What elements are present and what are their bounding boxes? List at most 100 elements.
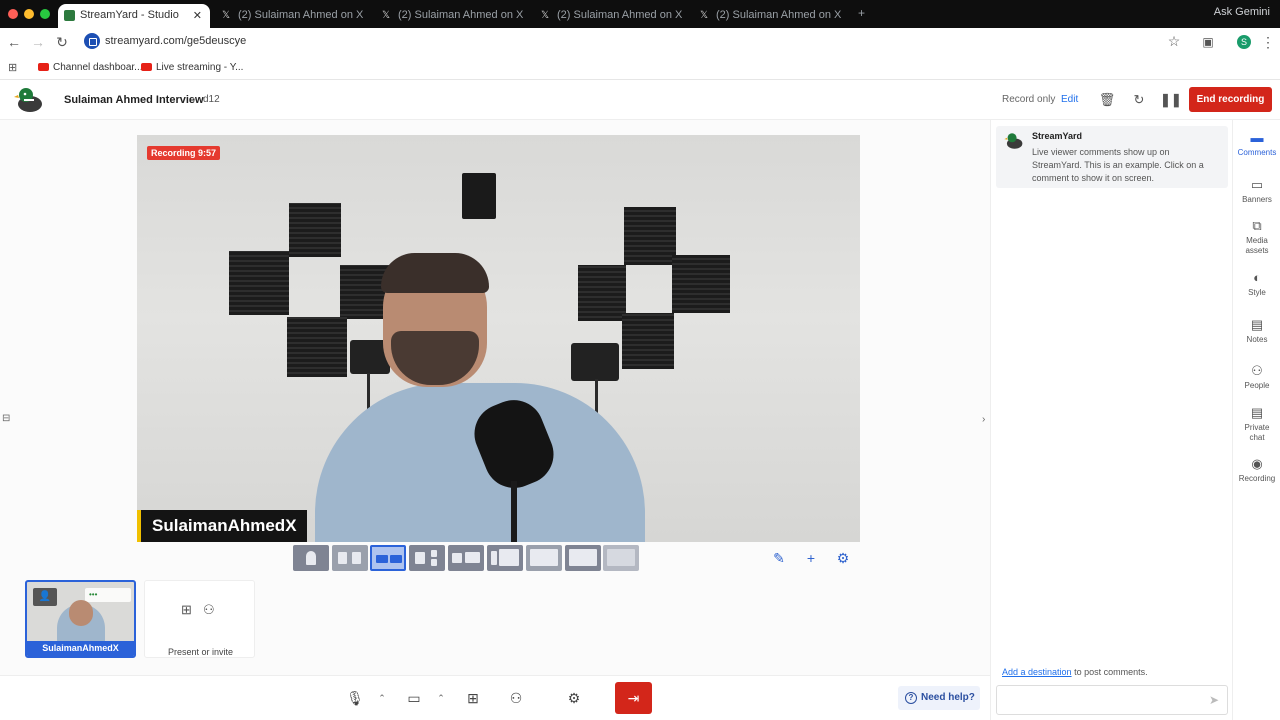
rail-style[interactable]: ◐ Style: [1233, 270, 1280, 298]
profile-avatar[interactable]: S: [1237, 35, 1251, 49]
recording-timer-badge: Recording 9:57: [147, 146, 221, 160]
rail-label: Recording: [1238, 474, 1276, 483]
reload-icon[interactable]: ↻: [53, 33, 71, 51]
layout-two-button[interactable]: [332, 545, 368, 571]
layout-person-icon: [338, 552, 347, 564]
studio-header: Sulaiman Ahmed Interview › d12 Record on…: [0, 80, 1280, 120]
browser-tab[interactable]: 𝕏 (2) Sulaiman Ahmed on X: [216, 4, 368, 28]
audio-level-icon: •••: [85, 588, 131, 602]
trash-icon[interactable]: 🗑: [1097, 90, 1117, 110]
browser-menu-icon[interactable]: ⋮: [1259, 33, 1277, 51]
need-help-button[interactable]: ? Need help?: [898, 686, 980, 710]
layout-screen-button[interactable]: [448, 545, 484, 571]
comment-author: StreamYard: [1032, 131, 1083, 141]
studio-light: [571, 343, 619, 381]
apps-grid-icon[interactable]: ⊞: [8, 61, 17, 74]
thumb-face: [69, 600, 93, 626]
add-destination-link[interactable]: Add a destination: [1002, 667, 1072, 677]
invite-guest-icon[interactable]: ⚇: [505, 687, 527, 709]
settings-gear-icon[interactable]: ⚙: [563, 687, 585, 709]
record-mode-label: Record only: [1002, 94, 1056, 105]
edit-destination-link[interactable]: Edit: [1061, 94, 1078, 105]
bookmark-star-icon[interactable]: ☆: [1165, 32, 1183, 50]
invite-person-icon[interactable]: ⚇: [203, 602, 215, 618]
bookmark-label: Channel dashboar...: [53, 62, 143, 73]
ask-gemini-button[interactable]: Ask Gemini: [1214, 6, 1270, 18]
rail-notes[interactable]: ▤ Notes: [1233, 317, 1280, 345]
layout-person-icon: [306, 551, 316, 565]
layout-group-button-selected[interactable]: [370, 545, 406, 571]
rail-recording[interactable]: ◉ Recording: [1233, 456, 1280, 484]
back-icon[interactable]: ←: [5, 33, 23, 51]
browser-tab[interactable]: 𝕏 (2) Sulaiman Ahmed on X: [694, 4, 846, 28]
present-screen-icon[interactable]: ⊞: [181, 602, 192, 618]
layout-fullscreen-button[interactable]: [565, 545, 601, 571]
new-tab-icon[interactable]: +: [858, 6, 865, 20]
browser-tab[interactable]: 𝕏 (2) Sulaiman Ahmed on X: [376, 4, 528, 28]
site-info-icon[interactable]: [84, 33, 100, 49]
tab-title: (2) Sulaiman Ahmed on X: [238, 9, 364, 21]
mic-options-chevron-icon[interactable]: ⌃: [376, 687, 388, 709]
participant-menu-icon[interactable]: 👤: [33, 588, 57, 606]
youtube-icon: [141, 63, 152, 71]
participant-thumbnail[interactable]: 👤 ••• SulaimanAhmedX: [25, 580, 136, 658]
project-title[interactable]: Sulaiman Ahmed Interview: [64, 94, 204, 106]
pause-icon[interactable]: ❚❚: [1160, 90, 1182, 110]
rail-comments[interactable]: ▬ Comments: [1233, 130, 1280, 158]
browser-tab[interactable]: 𝕏 (2) Sulaiman Ahmed on X: [535, 4, 687, 28]
comment-text: Live viewer comments show up on StreamYa…: [1032, 147, 1204, 183]
need-help-label: Need help?: [921, 692, 975, 703]
bottom-control-bar: 🎙 ⌃ ▭ ⌃ ⊞ ⚇ ⚙ ⇥ ? Need help?: [0, 675, 990, 720]
layout-blank-button[interactable]: [603, 545, 639, 571]
layout-solo-button[interactable]: [293, 545, 329, 571]
edit-pencil-icon[interactable]: ✎: [769, 548, 789, 568]
streamyard-logo-icon[interactable]: [14, 86, 44, 114]
x-favicon-icon: 𝕏: [541, 10, 550, 21]
expand-panel-chevron-icon[interactable]: ›: [982, 414, 985, 425]
comment-icon: ▬: [1250, 130, 1264, 145]
layout-pip-button[interactable]: [526, 545, 562, 571]
close-window-dot[interactable]: [8, 9, 18, 19]
participant-name-bar: SulaimanAhmedX: [27, 641, 134, 656]
tab-title: (2) Sulaiman Ahmed on X: [557, 9, 683, 21]
forward-icon[interactable]: →: [29, 33, 47, 51]
layout-sidebar-button[interactable]: [487, 545, 523, 571]
tab-close-icon[interactable]: ✕: [193, 9, 202, 22]
stage-settings-gear-icon[interactable]: ⚙: [833, 548, 853, 568]
browser-tab-bar: StreamYard - Studio ✕ 𝕏 (2) Sulaiman Ahm…: [0, 0, 1280, 28]
maximize-window-dot[interactable]: [40, 9, 50, 19]
layout-leader-button[interactable]: [409, 545, 445, 571]
add-plus-icon[interactable]: +: [801, 548, 821, 568]
url-bar[interactable]: streamyard.com/ge5deuscye: [84, 31, 1264, 53]
rail-media-assets[interactable]: ⧉ Media assets: [1233, 218, 1280, 256]
browser-tab-active[interactable]: StreamYard - Studio ✕: [58, 4, 210, 28]
acoustic-panel: [672, 255, 730, 313]
rail-people[interactable]: ⚇ People: [1233, 363, 1280, 391]
end-recording-button[interactable]: End recording: [1189, 87, 1272, 112]
add-destination-note: Add a destination to post comments.: [1002, 667, 1148, 677]
acoustic-panel: [287, 317, 347, 377]
collapse-left-icon[interactable]: ⊟: [2, 413, 10, 424]
rail-banners[interactable]: ▭ Banners: [1233, 177, 1280, 205]
minimize-window-dot[interactable]: [24, 9, 34, 19]
bookmark-channel-dashboard[interactable]: Channel dashboar...: [38, 62, 143, 73]
name-tag-overlay: SulaimanAhmedX: [137, 510, 307, 542]
microphone-icon[interactable]: 🎙: [344, 687, 366, 709]
bookmark-live-streaming[interactable]: Live streaming - Y...: [141, 62, 243, 73]
camera-icon[interactable]: ▭: [403, 687, 425, 709]
share-screen-icon[interactable]: ⊞: [462, 687, 484, 709]
layout-person-icon: [376, 555, 388, 563]
send-icon[interactable]: ➤: [1209, 693, 1219, 707]
add-destination-rest: to post comments.: [1071, 667, 1148, 677]
leave-studio-button[interactable]: ⇥: [615, 682, 652, 714]
layout-person-icon: [431, 559, 437, 566]
rail-private-chat[interactable]: ▤ Private chat: [1233, 405, 1280, 443]
present-or-invite-card[interactable]: ⊞ ⚇ Present or invite: [144, 580, 255, 658]
sample-comment[interactable]: StreamYard Live viewer comments show up …: [996, 126, 1228, 188]
acoustic-panel: [229, 251, 289, 315]
breadcrumb-sub[interactable]: d12: [203, 94, 220, 105]
restart-icon[interactable]: ↻: [1129, 90, 1149, 110]
camera-options-chevron-icon[interactable]: ⌃: [435, 687, 447, 709]
comment-input[interactable]: ➤: [996, 685, 1228, 715]
extensions-icon[interactable]: ▣: [1199, 33, 1217, 51]
